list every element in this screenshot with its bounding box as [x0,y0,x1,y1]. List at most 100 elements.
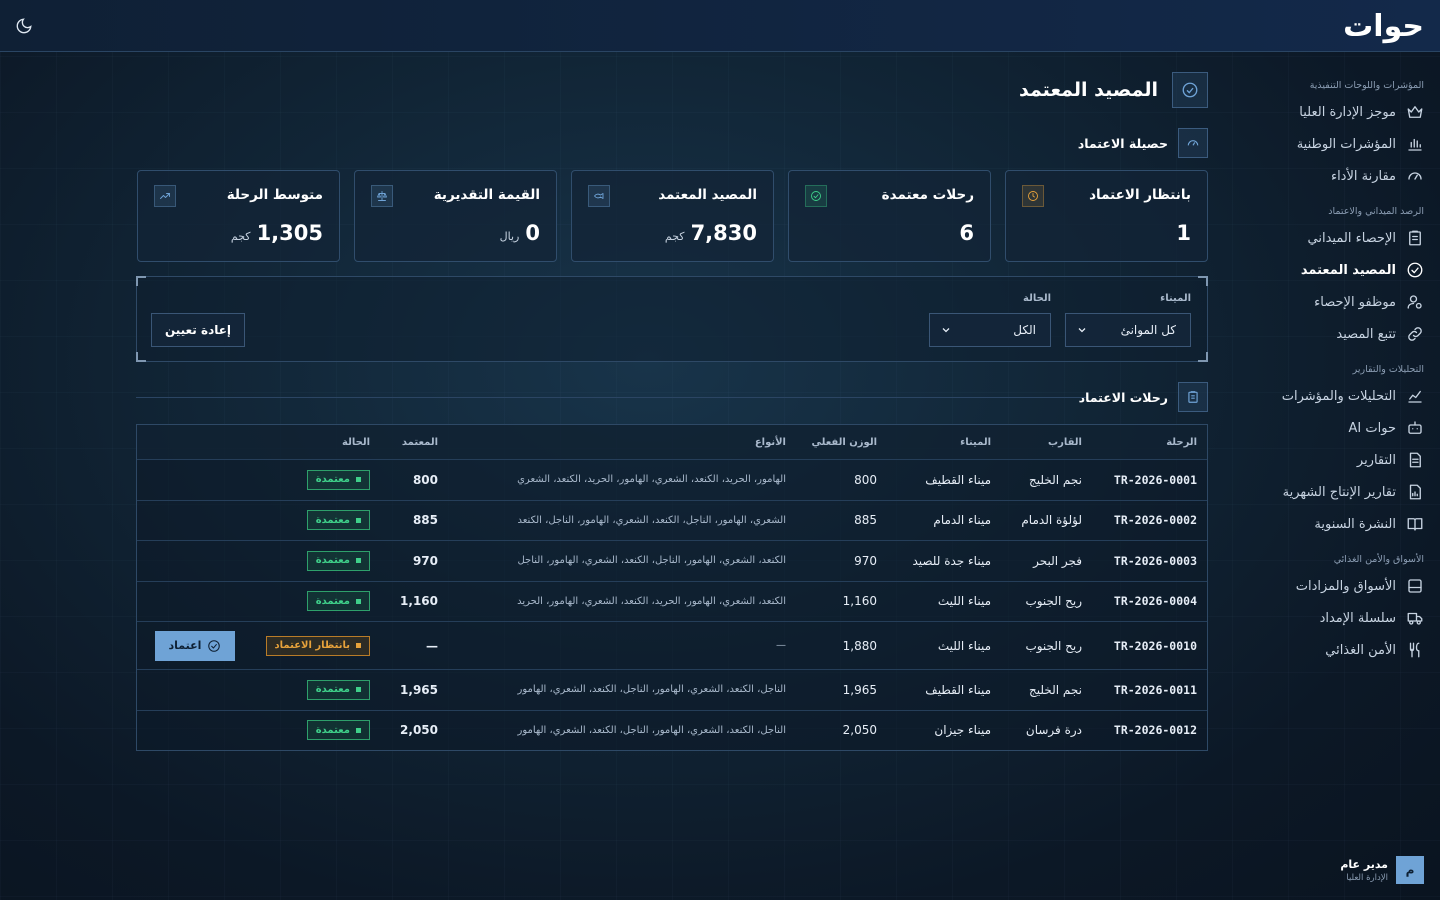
summary-heading: حصيلة الاعتماد [1078,128,1208,158]
sidebar-item[interactable]: التحليلات والمؤشرات [1208,380,1440,412]
sidebar-item[interactable]: الأمن الغذائي [1208,634,1440,666]
table-row[interactable]: TR-2026-0012 درة فرسان ميناء جيزان 2,050… [137,709,1207,751]
table-row[interactable]: TR-2026-0001 نجم الخليج ميناء القطيف 800… [137,459,1207,500]
gauge-icon [1178,128,1208,158]
kpi-card-value: 7,830 [690,221,757,245]
trips-table: الرحلة القارب الميناء الوزن الفعلي الأنو… [136,424,1208,751]
sidebar-item[interactable]: تتبع المصيد [1208,318,1440,350]
port-name: ميناء جيزان [934,723,991,738]
approve-button[interactable]: اعتماد [155,630,235,661]
check-circle-icon [805,185,827,207]
approved-weight: 2,050 [400,723,438,738]
table-row[interactable]: TR-2026-0002 لؤلؤة الدمام ميناء الدمام 8… [137,499,1207,541]
user-profile[interactable]: م مدير عام الإدارة العليا [1340,856,1424,884]
status-badge: معتمدة [306,679,370,700]
sidebar-item[interactable]: المصيد المعتمد [1208,254,1440,286]
species-list: الكنعد، الشعري، الهامور، الحريد، الكنعد،… [517,595,786,607]
trips-title: رحلات الاعتماد [1078,389,1168,405]
sidebar-item[interactable]: الأسواق والمزادات [1208,570,1440,602]
port-select[interactable]: كل الموانئ [1065,313,1191,347]
status-text: بانتظار الاعتماد [274,640,350,651]
utensils-icon [1409,642,1420,658]
file-text-icon [1409,452,1421,468]
bot-icon [1408,421,1422,434]
port-name: ميناء الليث [937,638,991,653]
table-row[interactable]: TR-2026-0011 نجم الخليج ميناء القطيف 1,9… [137,669,1207,710]
boat-name: لؤلؤة الدمام [1021,513,1082,528]
table-row[interactable]: TR-2026-0010 ريح الجنوب ميناء الليث 1,88… [137,621,1207,669]
port-filter-label: الميناء [1160,293,1191,304]
col-trip: الرحلة [1166,436,1197,448]
sidebar-item[interactable]: حوات AI [1208,412,1440,444]
sidebar-item[interactable]: سلسلة الإمداد [1208,602,1440,634]
kpi-card-value: 6 [959,221,974,245]
gauge-icon [1406,167,1424,185]
kpi-card-unit: كجم [664,230,685,243]
trend-icon [160,193,170,199]
sidebar-item-label: حوات AI [1348,420,1396,436]
status-text: معتمدة [315,595,350,607]
actual-weight: 1,160 [842,594,877,609]
sidebar-item-label: النشرة السنوية [1314,516,1396,532]
approved-weight: 1,160 [400,594,438,609]
sidebar-item[interactable]: تقارير الإنتاج الشهرية [1208,476,1440,508]
trip-id: TR-2026-0004 [1113,594,1197,609]
app-logo[interactable]: حوات [1343,9,1425,44]
col-boat: القارب [1048,436,1082,448]
sidebar-item-label: موظفو الإحصاء [1314,294,1396,310]
status-select[interactable]: الكل [929,313,1051,347]
table-row[interactable]: TR-2026-0003 فجر البحر ميناء جدة للصيد 9… [137,540,1207,581]
col-types: الأنواع [754,436,786,448]
clipboard-icon [1409,230,1421,246]
bot-icon [1406,419,1424,437]
boat-name: نجم الخليج [1029,682,1082,697]
sidebar: المؤشرات واللوحات التنفيذية موجز الإدارة… [1208,52,1440,900]
approved-weight: 800 [412,472,438,487]
approved-weight: — [426,638,438,653]
sidebar-item-label: سلسلة الإمداد [1319,610,1396,626]
user-gear-icon [1407,295,1422,309]
actual-weight: 970 [854,553,877,568]
table-row[interactable]: TR-2026-0004 ريح الجنوب ميناء الليث 1,16… [137,580,1207,622]
status-badge: بانتظار الاعتماد [265,635,370,656]
kpi-card: بانتظار الاعتماد 1 [1005,170,1208,262]
book-icon [1407,518,1423,531]
theme-toggle-button[interactable] [12,14,36,38]
actual-weight: 800 [854,472,877,487]
sidebar-item[interactable]: مقارنة الأداء [1208,160,1440,192]
sidebar-item[interactable]: الإحصاء الميداني [1208,222,1440,254]
kpi-card-title: رحلات معتمدة [881,187,974,203]
chevron-down-icon [1078,328,1086,333]
trip-id: TR-2026-0012 [1113,723,1197,738]
approve-label: اعتماد [168,639,202,652]
reset-button[interactable]: إعادة تعيين [151,313,245,347]
crown-icon [1407,106,1423,118]
status-select-value: الكل [1013,323,1036,337]
kpi-card-unit: ريال [499,230,520,243]
file-text-icon [1406,451,1424,469]
boat-name: فجر البحر [1033,553,1082,568]
sidebar-item-label: الأسواق والمزادات [1295,578,1396,594]
sidebar-item-label: موجز الإدارة العليا [1299,104,1396,120]
sidebar-item-label: الأمن الغذائي [1325,642,1396,658]
sidebar-item-label: تتبع المصيد [1336,326,1396,342]
species-list: الناجل، الكنعد، الشعري، الهامور، الناجل،… [517,684,786,696]
sidebar-item[interactable]: المؤشرات الوطنية [1208,128,1440,160]
sidebar-item[interactable]: النشرة السنوية [1208,508,1440,540]
sidebar-item-label: تقارير الإنتاج الشهرية [1282,484,1396,500]
scale-icon [371,185,393,207]
kpi-card: رحلات معتمدة 6 [788,170,991,262]
kpi-card-unit: كجم [230,230,251,243]
trend-icon [154,185,176,207]
boat-name: نجم الخليج [1029,472,1082,487]
check-circle-icon [811,191,821,201]
bar-chart-icon [1406,135,1424,153]
kpi-card-title: المصيد المعتمد [658,187,757,203]
status-filter-label: الحالة [1023,293,1051,304]
sidebar-item[interactable]: موجز الإدارة العليا [1208,96,1440,128]
gauge-icon [1408,172,1422,180]
trip-id: TR-2026-0001 [1113,472,1197,487]
sidebar-item[interactable]: التقارير [1208,444,1440,476]
sidebar-item[interactable]: موظفو الإحصاء [1208,286,1440,318]
boat-name: ريح الجنوب [1025,594,1082,609]
